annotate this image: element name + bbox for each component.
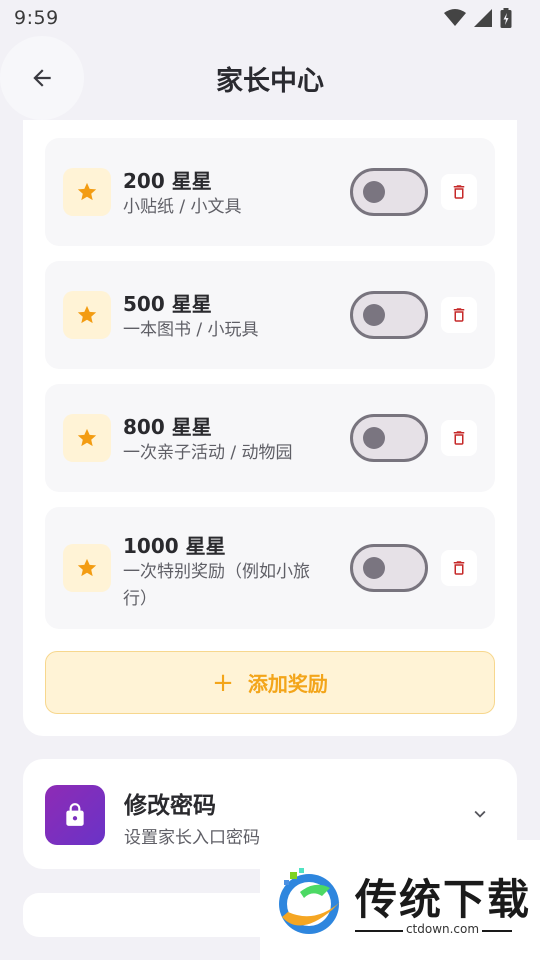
watermark-divider: [482, 930, 512, 932]
reward-description: 小贴纸 / 小文具: [123, 197, 242, 217]
toggle-knob: [363, 181, 385, 203]
chevron-down-icon[interactable]: [469, 803, 491, 825]
delete-reward-button[interactable]: [441, 550, 477, 586]
reward-title: 800 星星: [123, 415, 212, 439]
reward-toggle[interactable]: [350, 544, 428, 592]
trash-icon: [453, 561, 465, 575]
reward-item-1000: 1000 星星 一次特别奖励（例如小旅行）: [45, 507, 495, 629]
star-badge: [63, 414, 111, 462]
reward-description: 一次亲子活动 / 动物园: [123, 443, 293, 463]
toggle-knob: [363, 304, 385, 326]
reward-item-500: 500 星星 一本图书 / 小玩具: [45, 261, 495, 369]
watermark-logo-icon: [279, 868, 340, 934]
reward-description: 一次特别奖励（例如小旅行）: [123, 562, 310, 609]
reward-description: 一本图书 / 小玩具: [123, 320, 259, 340]
wifi-icon: [444, 9, 466, 26]
star-badge: [63, 168, 111, 216]
star-icon: [77, 428, 97, 447]
status-icons: [444, 8, 512, 28]
star-icon: [77, 558, 97, 577]
watermark-divider: [355, 930, 403, 932]
star-badge: [63, 291, 111, 339]
reward-title: 200 星星: [123, 169, 212, 193]
star-icon: [77, 182, 97, 201]
reward-toggle[interactable]: [350, 291, 428, 339]
reward-toggle[interactable]: [350, 414, 428, 462]
reward-item-200: 200 星星 小贴纸 / 小文具: [45, 138, 495, 246]
toggle-knob: [363, 427, 385, 449]
battery-icon: [500, 8, 512, 28]
watermark-url: ctdown.com: [405, 922, 480, 936]
toggle-knob: [363, 557, 385, 579]
status-time: 9:59: [14, 7, 59, 29]
reward-toggle[interactable]: [350, 168, 428, 216]
star-icon: [77, 305, 97, 324]
lock-icon: [66, 803, 84, 826]
add-reward-label: 添加奖励: [247, 672, 328, 696]
reward-title: 500 星星: [123, 292, 212, 316]
star-badge: [63, 544, 111, 592]
lock-badge: [45, 785, 105, 845]
trash-icon: [453, 308, 465, 322]
reward-item-800: 800 星星 一次亲子活动 / 动物园: [45, 384, 495, 492]
add-reward-button[interactable]: + 添加奖励: [45, 651, 495, 714]
delete-reward-button[interactable]: [441, 297, 477, 333]
delete-reward-button[interactable]: [441, 420, 477, 456]
delete-reward-button[interactable]: [441, 174, 477, 210]
trash-icon: [453, 185, 465, 199]
password-title: 修改密码: [124, 793, 216, 819]
signal-icon: [474, 9, 492, 27]
reward-title: 1000 星星: [123, 534, 226, 558]
password-description: 设置家长入口密码: [124, 828, 260, 848]
app-header: 家长中心: [0, 36, 540, 120]
trash-icon: [453, 431, 465, 445]
back-button[interactable]: [0, 36, 84, 120]
watermark: 传统下载 ctdown.com: [260, 840, 540, 960]
plus-icon: +: [212, 667, 234, 698]
status-bar: 9:59: [0, 0, 540, 36]
watermark-name: 传统下载: [355, 875, 532, 924]
rewards-card: 200 星星 小贴纸 / 小文具 500 星星 一本图书 / 小玩具 800 星…: [23, 120, 517, 736]
arrow-left-icon: [33, 69, 51, 87]
